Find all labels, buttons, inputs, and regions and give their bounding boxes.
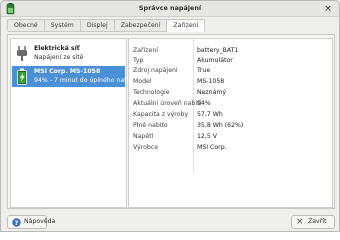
device-properties: Zařízení battery_BAT1 Typ Akumulátor Zdr… [128, 38, 333, 208]
help-icon: ? [12, 218, 21, 227]
property-key: Model [133, 78, 152, 85]
property-key: Typ [133, 57, 144, 64]
property-row: Kapacita z výroby 57,7 Wh [129, 110, 332, 119]
tab-devices[interactable]: Zařízení [167, 19, 206, 32]
device-name: MSI Corp. MS-1058 [34, 68, 101, 75]
device-item-battery[interactable]: MSI Corp. MS-1058 94% - 7 minut do úplné… [12, 66, 134, 87]
close-icon: × [296, 217, 304, 227]
property-key: Kapacita z výroby [133, 111, 189, 118]
property-row: Výrobce MSI Corp. [129, 143, 332, 152]
close-button[interactable]: × Zavřít [291, 215, 335, 229]
property-row: Zařízení battery_BAT1 [129, 46, 332, 55]
window-title: Správce napájení [138, 4, 202, 12]
property-row: Typ Akumulátor [129, 56, 332, 65]
property-row: Napětí 12,5 V [129, 132, 332, 141]
close-window-icon[interactable]: × [323, 4, 333, 14]
property-value: battery_BAT1 [197, 47, 239, 54]
property-value: 12,5 V [197, 133, 217, 140]
property-value: Akumulátor [197, 57, 233, 64]
tab-system[interactable]: Systém [44, 19, 81, 32]
device-status: Napájení ze sítě [34, 54, 84, 61]
property-key: Zařízení [133, 47, 158, 54]
property-value: MSI Corp. [197, 144, 227, 151]
tab-security[interactable]: Zabezpečení [114, 19, 168, 32]
property-value: 57,7 Wh [197, 111, 223, 118]
battery-icon [17, 68, 27, 85]
titlebar[interactable]: Správce napájení × [1, 1, 339, 17]
power-manager-window: Správce napájení × Obecné Systém Displej… [0, 0, 340, 232]
tab-display[interactable]: Displej [80, 19, 115, 32]
property-row: Model MS-1058 [129, 77, 332, 86]
svg-text:?: ? [15, 219, 19, 227]
property-value: True [197, 67, 211, 74]
power-plug-icon [17, 46, 27, 61]
property-row: Plně nabito 35,8 Wh (62%) [129, 121, 332, 130]
property-row: Zdroj napájení True [129, 66, 332, 75]
help-button-label: Nápověda [24, 218, 56, 225]
property-key: Aktuální úroveň nabití [133, 100, 202, 107]
property-row: Aktuální úroveň nabití 94% [129, 99, 332, 108]
tab-general[interactable]: Obecné [7, 19, 45, 32]
property-key: Plně nabito [133, 122, 168, 129]
property-key: Napětí [133, 133, 154, 140]
device-item-ac-power[interactable]: Elektrická síť Napájení ze sítě [12, 43, 125, 64]
property-key: Výrobce [133, 144, 159, 151]
device-name: Elektrická síť [34, 45, 80, 52]
property-key: Technologie [133, 89, 170, 96]
property-value: MS-1058 [197, 78, 225, 85]
help-button[interactable]: ? Nápověda [7, 215, 55, 229]
device-list: Elektrická síť Napájení ze sítě MSI Corp… [10, 38, 134, 208]
property-value: Neznámý [197, 89, 227, 96]
property-value: 35,8 Wh (62%) [197, 122, 244, 129]
device-status: 94% - 7 minut do úplného nabití [34, 77, 134, 84]
close-button-label: Zavřít [308, 218, 327, 225]
property-key: Zdroj napájení [133, 67, 178, 74]
property-value: 94% [197, 100, 211, 107]
tab-bar: Obecné Systém Displej Zabezpečení Zaříze… [7, 19, 206, 32]
property-row: Technologie Neznámý [129, 88, 332, 97]
tab-content-frame: Elektrická síť Napájení ze sítě MSI Corp… [7, 34, 335, 209]
